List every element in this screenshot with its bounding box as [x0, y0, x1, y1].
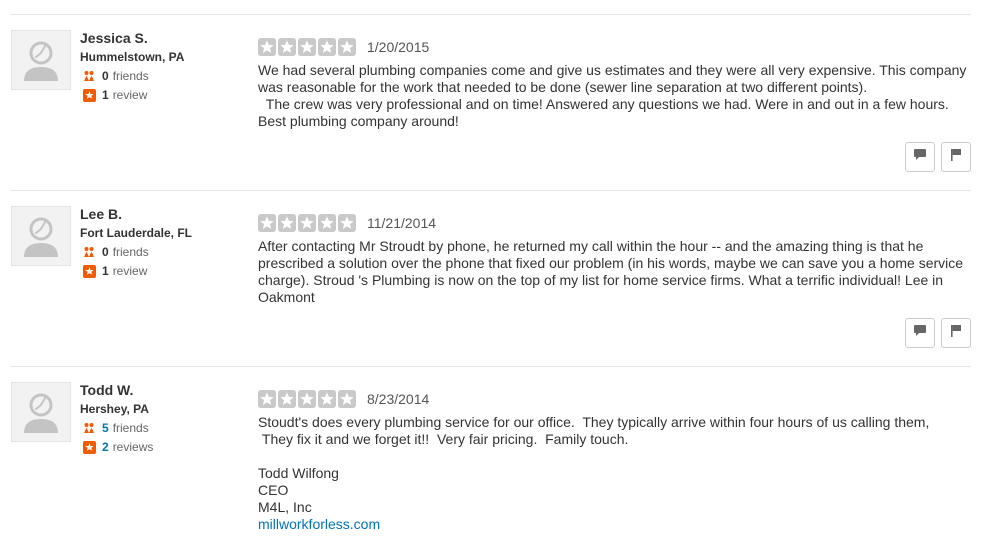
- star-rating: [258, 214, 356, 232]
- star-rating: [258, 38, 356, 56]
- user-name-link[interactable]: Todd W.: [80, 382, 133, 399]
- friends-icon: [82, 421, 96, 435]
- comment-button[interactable]: [905, 142, 935, 172]
- review-count: 1 review: [82, 88, 147, 102]
- friends-icon: [82, 245, 96, 259]
- star-icon: [278, 38, 296, 56]
- flag-button[interactable]: [941, 142, 971, 172]
- review-label: reviews: [112, 440, 154, 454]
- star-icon: [258, 390, 276, 408]
- star-icon: [318, 390, 336, 408]
- star-icon: [278, 390, 296, 408]
- website-link[interactable]: millworkforless.com: [258, 516, 380, 532]
- review-star-badge-icon: [82, 88, 96, 102]
- review-number: 1: [102, 88, 109, 102]
- review-text: Stoudt's does every plumbing service for…: [258, 414, 970, 533]
- user-location: Fort Lauderdale, FL: [80, 226, 193, 240]
- divider: [10, 14, 971, 15]
- star-icon: [318, 214, 336, 232]
- comment-bubble-icon: [913, 324, 927, 342]
- review-count: 1 review: [82, 264, 147, 278]
- user-name-link[interactable]: Jessica S.: [80, 30, 148, 47]
- star-icon: [258, 214, 276, 232]
- star-icon: [318, 38, 336, 56]
- flag-button[interactable]: [941, 318, 971, 348]
- friends-label: friends: [112, 245, 149, 259]
- review-label: review: [112, 88, 148, 102]
- star-icon: [338, 214, 356, 232]
- review-number: 2: [102, 440, 109, 454]
- user-name-link[interactable]: Lee B.: [80, 206, 122, 223]
- star-icon: [258, 38, 276, 56]
- comment-button[interactable]: [905, 318, 935, 348]
- star-icon: [338, 390, 356, 408]
- friends-count: 0 friends: [82, 69, 149, 83]
- friends-number: 5: [102, 421, 109, 435]
- review-text-content: Stoudt's does every plumbing service for…: [258, 414, 930, 515]
- comment-bubble-icon: [913, 148, 927, 166]
- friends-label: friends: [112, 421, 149, 435]
- friends-count: 5 friends: [82, 421, 149, 435]
- friends-icon: [82, 69, 96, 83]
- review-number: 1: [102, 264, 109, 278]
- review-text: After contacting Mr Stroudt by phone, he…: [258, 238, 967, 305]
- star-icon: [298, 38, 316, 56]
- star-rating: [258, 390, 356, 408]
- friends-number: 0: [102, 245, 109, 259]
- user-avatar-icon[interactable]: [11, 206, 71, 266]
- divider: [10, 366, 971, 367]
- review-date: 11/21/2014: [367, 215, 437, 231]
- friends-count: 0 friends: [82, 245, 149, 259]
- review-item: Todd W. Hershey, PA 5 friends 2 reviews …: [0, 382, 992, 545]
- friends-number: 0: [102, 69, 109, 83]
- flag-icon: [950, 324, 962, 342]
- review-label: review: [112, 264, 148, 278]
- review-date: 8/23/2014: [367, 391, 430, 407]
- friends-label: friends: [112, 69, 149, 83]
- review-text: We had several plumbing companies come a…: [258, 62, 967, 129]
- star-icon: [298, 214, 316, 232]
- review-star-badge-icon: [82, 440, 96, 454]
- review-count: 2 reviews: [82, 440, 153, 454]
- review-star-badge-icon: [82, 264, 96, 278]
- user-location: Hummelstown, PA: [80, 50, 185, 64]
- divider: [10, 190, 971, 191]
- star-icon: [278, 214, 296, 232]
- flag-icon: [950, 148, 962, 166]
- review-item: Jessica S. Hummelstown, PA 0 friends 1 r…: [0, 30, 992, 190]
- star-icon: [298, 390, 316, 408]
- user-avatar-icon[interactable]: [11, 30, 71, 90]
- user-location: Hershey, PA: [80, 402, 149, 416]
- star-icon: [338, 38, 356, 56]
- review-date: 1/20/2015: [367, 39, 430, 55]
- user-avatar-icon[interactable]: [11, 382, 71, 442]
- review-item: Lee B. Fort Lauderdale, FL 0 friends 1 r…: [0, 206, 992, 366]
